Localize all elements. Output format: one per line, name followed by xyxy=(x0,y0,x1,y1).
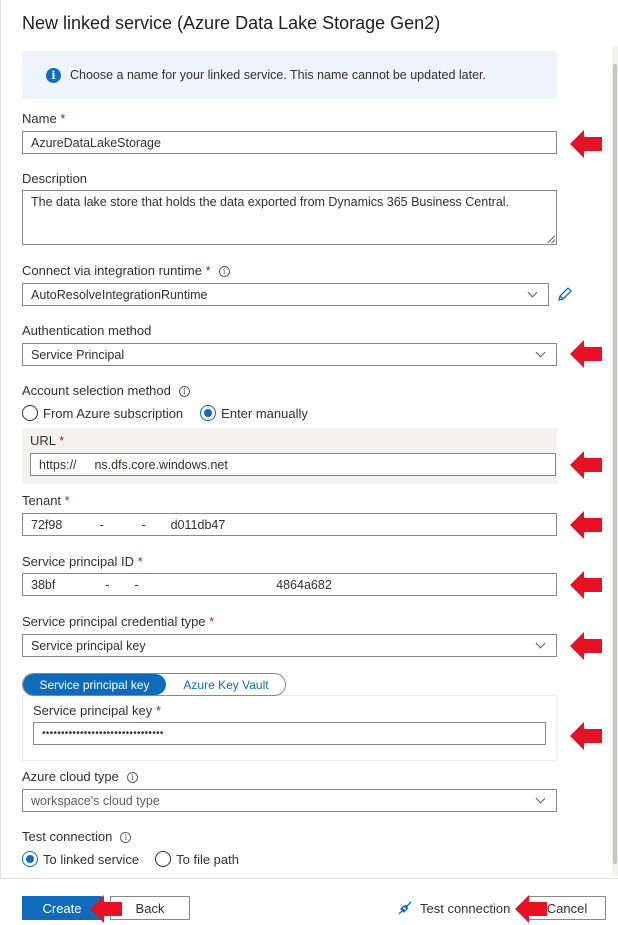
plug-icon xyxy=(398,901,412,915)
red-arrow-left-icon xyxy=(570,571,602,599)
name-label: Name * xyxy=(22,111,66,126)
test-connection-radios: To linked service To file path xyxy=(22,851,239,867)
cloud-type-select[interactable]: workspace's cloud type xyxy=(22,789,557,812)
url-input[interactable]: https:// ns.dfs.core.windows.net xyxy=(30,453,556,476)
red-arrow-left-icon xyxy=(570,511,602,539)
radio-from-azure-label: From Azure subscription xyxy=(43,405,184,421)
radio-to-linked-service-label: To linked service xyxy=(43,851,140,867)
info-message-text: Choose a name for your linked service. T… xyxy=(70,68,486,82)
sp-key-input[interactable]: •••••••••••••••••••••••••••••••• xyxy=(33,722,546,745)
radio-from-azure-subscription[interactable] xyxy=(22,405,38,421)
runtime-info-icon[interactable]: i xyxy=(218,266,230,277)
red-arrow-left-icon xyxy=(570,130,602,158)
red-arrow-left-icon xyxy=(90,895,122,923)
runtime-label: Connect via integration runtime * i xyxy=(22,263,230,278)
sp-key-label: Service principal key * xyxy=(33,703,161,718)
radio-enter-manually-label: Enter manually xyxy=(221,405,308,421)
red-arrow-left-icon xyxy=(570,722,602,750)
info-icon: i xyxy=(46,67,61,83)
pencil-icon[interactable] xyxy=(556,285,574,303)
account-selection-label: Account selection method i xyxy=(22,383,190,398)
radio-enter-manually[interactable] xyxy=(200,405,217,421)
red-arrow-left-icon xyxy=(570,451,602,479)
url-label: URL * xyxy=(30,433,65,448)
runtime-select[interactable]: AutoResolveIntegrationRuntime xyxy=(22,283,549,306)
description-textarea[interactable]: The data lake store that holds the data … xyxy=(22,190,557,245)
cred-type-label: Service principal credential type * xyxy=(22,614,215,629)
red-arrow-left-icon xyxy=(515,895,547,923)
auth-method-select[interactable]: Service Principal xyxy=(22,343,557,366)
cloud-type-info-icon[interactable]: i xyxy=(126,772,138,783)
info-message-bar: i Choose a name for your linked service.… xyxy=(22,51,557,99)
scrollbar-thumb[interactable] xyxy=(613,64,617,864)
name-input[interactable]: AzureDataLakeStorage xyxy=(22,131,557,154)
test-connection-label: Test connection i xyxy=(22,829,132,844)
radio-to-file-path[interactable] xyxy=(155,851,172,867)
auth-method-label: Authentication method xyxy=(22,323,152,338)
red-arrow-left-icon xyxy=(570,632,602,660)
radio-to-file-path-label: To file path xyxy=(176,851,239,867)
test-connection-button[interactable]: Test connection xyxy=(396,899,510,917)
cred-type-select[interactable]: Service principal key xyxy=(22,634,557,657)
toggle-azure-key-vault[interactable]: Azure Key Vault xyxy=(166,674,285,695)
account-selection-info-icon[interactable]: i xyxy=(178,386,190,397)
tenant-input[interactable]: 72f98 - - d011db47 xyxy=(22,513,557,536)
sp-id-input[interactable]: 38bf - - 4864a682 xyxy=(22,573,557,596)
test-connection-text: Test connection xyxy=(420,900,511,916)
description-label: Description xyxy=(22,171,88,186)
panel-title: New linked service (Azure Data Lake Stor… xyxy=(22,13,441,33)
resize-grip-icon[interactable] xyxy=(547,235,555,243)
account-selection-radios: From Azure subscription Enter manually xyxy=(22,405,308,421)
test-connection-info-icon[interactable]: i xyxy=(120,832,132,843)
credential-toggle: Service principal key Azure Key Vault xyxy=(22,673,286,696)
cloud-type-label: Azure cloud type i xyxy=(22,769,138,784)
toggle-service-principal-key[interactable]: Service principal key xyxy=(23,674,166,695)
description-text: The data lake store that holds the data … xyxy=(31,195,510,209)
radio-to-linked-service[interactable] xyxy=(22,851,38,867)
red-arrow-left-icon xyxy=(570,340,602,368)
tenant-label: Tenant * xyxy=(22,493,70,508)
sp-id-label: Service principal ID * xyxy=(22,554,143,569)
